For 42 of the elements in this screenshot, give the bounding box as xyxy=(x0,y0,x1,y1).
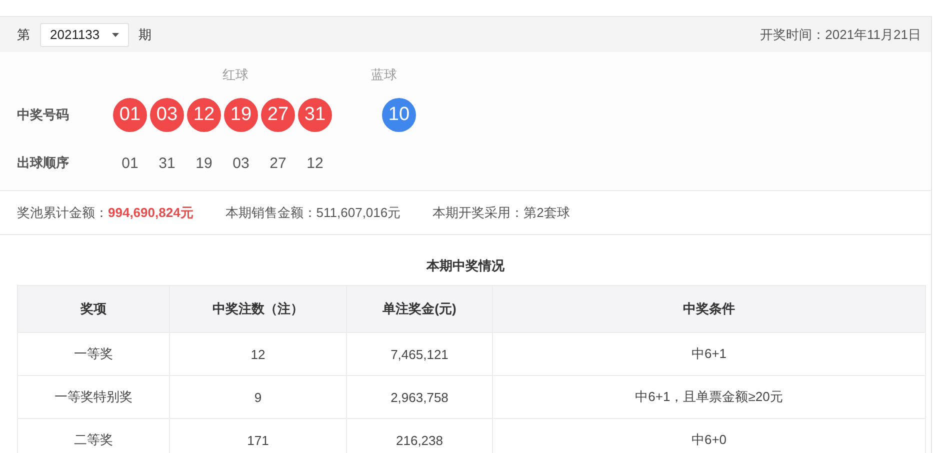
table-cell: 9 xyxy=(170,376,346,418)
draw-order-number: 01 xyxy=(120,154,140,172)
info-value: 第2套球 xyxy=(524,204,570,220)
winning-numbers-label: 中奖号码 xyxy=(17,106,70,124)
info-value: 994,690,824元 xyxy=(108,204,194,220)
table-cell: 一等奖 xyxy=(18,332,170,376)
draw-order-number: 12 xyxy=(306,154,324,172)
info-label: 奖池累计金额： xyxy=(17,204,108,220)
table-cell: 12 xyxy=(170,332,346,376)
main-number-ball: 27 xyxy=(261,98,295,132)
main-number-ball: 31 xyxy=(298,98,332,132)
issue-dropdown[interactable]: 2021133 xyxy=(40,22,129,46)
table-cell: 二等奖 xyxy=(18,418,170,453)
table-cell: 2,963,758 xyxy=(346,376,492,418)
draw-order-number: 31 xyxy=(158,154,176,172)
issue-prefix: 第 xyxy=(17,26,30,44)
caret-icon xyxy=(112,32,119,36)
draw-order-number: 03 xyxy=(232,154,250,172)
draw-order-number: 19 xyxy=(194,154,214,172)
table-cell: 7,465,121 xyxy=(346,332,492,376)
table-cell: 中6+1 xyxy=(492,332,926,376)
info-label: 本期销售金额： xyxy=(225,204,316,220)
column-header: 奖项 xyxy=(18,286,170,332)
column-header: 中奖注数（注） xyxy=(170,286,346,332)
info-value: 511,607,016元 xyxy=(316,204,401,220)
draw-order-number: 27 xyxy=(268,154,288,172)
main-number-ball: 01 xyxy=(113,98,147,132)
main-numbers-label: 红球 xyxy=(222,66,250,84)
column-header: 中奖条件 xyxy=(492,286,926,332)
table-cell: 一等奖特别奖 xyxy=(18,376,170,418)
draw-date: 开奖时间：2021年11月21日 xyxy=(760,26,921,44)
bonus-number-label: 蓝球 xyxy=(371,66,397,84)
bonus-number-ball: 10 xyxy=(382,98,416,132)
main-number-ball: 03 xyxy=(150,98,184,132)
draw-order-label: 出球顺序 xyxy=(17,154,70,172)
table-title: 本期中奖情况 xyxy=(425,257,506,275)
column-header: 单注奖金(元) xyxy=(346,286,492,332)
info-label: 本期开奖采用： xyxy=(432,204,524,220)
main-number-ball: 19 xyxy=(224,98,258,132)
issue-suffix: 期 xyxy=(138,26,152,44)
main-number-ball: 12 xyxy=(187,98,221,132)
table-cell: 中6+1，且单票金额≥20元 xyxy=(492,376,926,418)
